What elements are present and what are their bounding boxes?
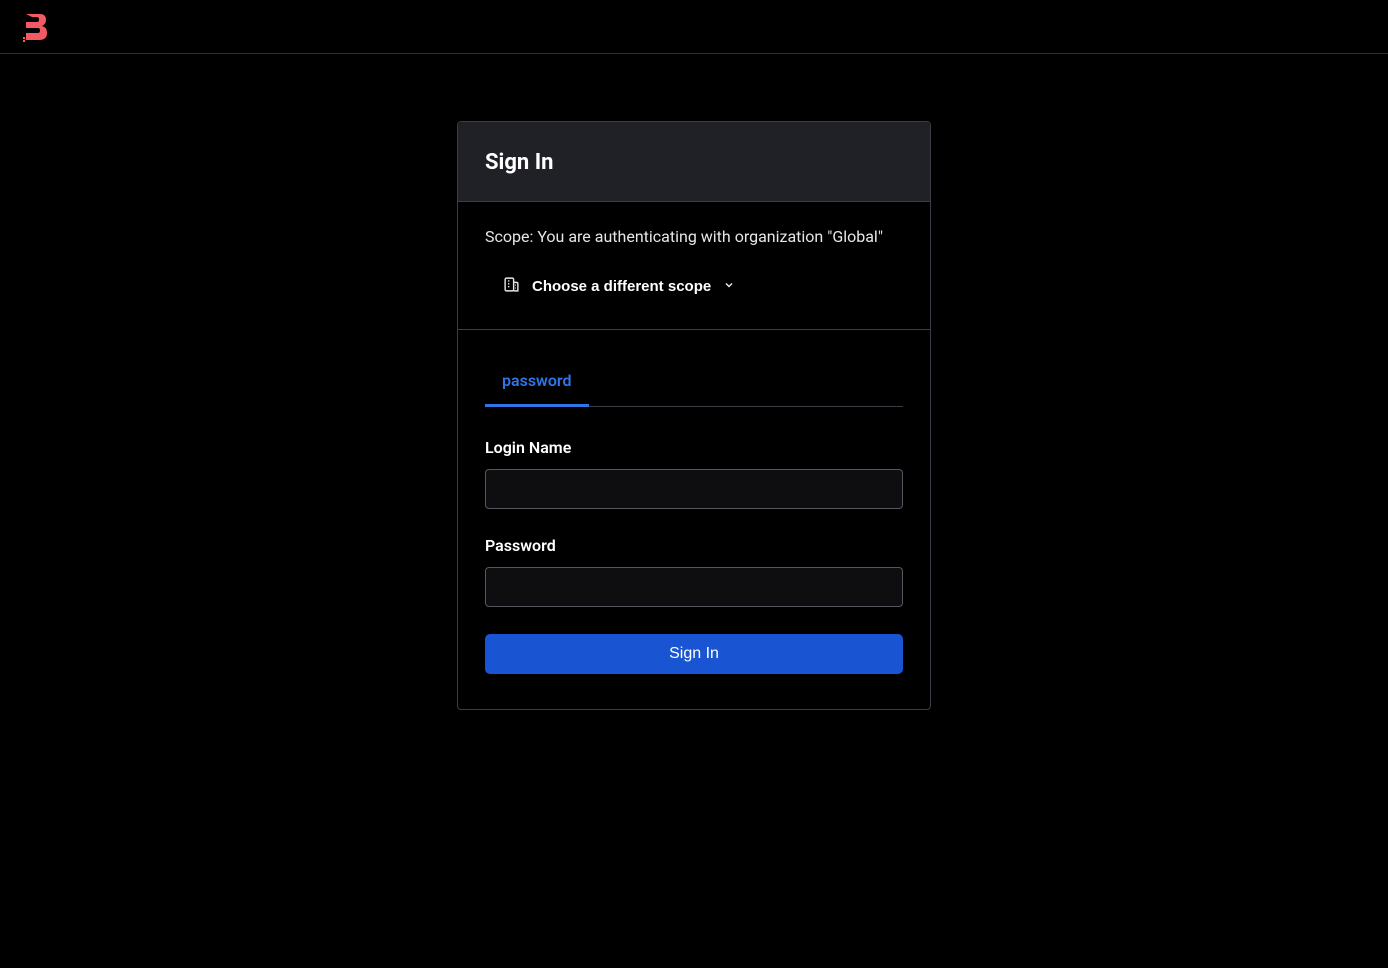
password-label: Password [485,536,903,555]
tab-password[interactable]: password [485,358,589,407]
auth-tabs: password [485,358,903,407]
signin-form: Login Name Password Sign In [485,438,903,674]
login-name-label: Login Name [485,438,903,457]
chevron-down-icon [723,278,735,295]
main-area: Sign In Scope: You are authenticating wi… [0,54,1388,710]
card-header: Sign In [458,122,930,202]
form-section: password Login Name Password Sign In [458,330,930,709]
choose-scope-button[interactable]: Choose a different scope [503,272,735,301]
login-name-input[interactable] [485,469,903,509]
login-name-group: Login Name [485,438,903,509]
password-group: Password [485,536,903,607]
choose-scope-label: Choose a different scope [532,278,711,295]
building-icon [503,276,520,297]
signin-button[interactable]: Sign In [485,634,903,674]
signin-card: Sign In Scope: You are authenticating wi… [457,121,931,710]
app-logo-icon [20,12,48,42]
scope-text: Scope: You are authenticating with organ… [485,227,903,246]
card-title: Sign In [485,150,903,175]
scope-section: Scope: You are authenticating with organ… [458,202,930,330]
password-input[interactable] [485,567,903,607]
top-bar [0,0,1388,54]
